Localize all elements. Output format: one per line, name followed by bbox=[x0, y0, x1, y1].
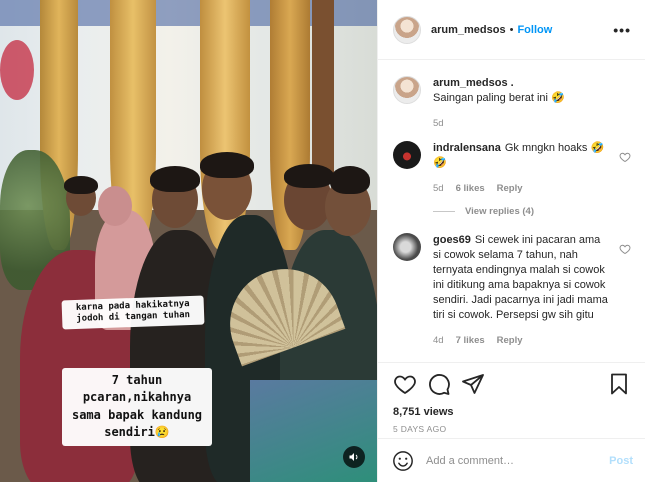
avatar[interactable] bbox=[393, 76, 421, 104]
comment-time[interactable]: 5d bbox=[433, 116, 444, 131]
avatar[interactable] bbox=[393, 141, 421, 169]
emoji-icon[interactable] bbox=[392, 450, 414, 472]
caption-comment: arum_medsos . Saingan paling berat ini 🤣… bbox=[393, 76, 631, 141]
video-caption-top: karna pada hakikatnya jodoh di tangan tu… bbox=[61, 295, 205, 329]
comment-username[interactable]: indralensana bbox=[433, 142, 501, 154]
comment-body: indralensana Gk mngkn hoaks 🤣🤣 5d 6 likes… bbox=[433, 141, 608, 206]
comment-time[interactable]: 5d bbox=[433, 181, 444, 196]
comment-time[interactable]: 4d bbox=[433, 333, 444, 348]
comment-meta: 5d 6 likes Reply bbox=[433, 181, 608, 196]
like-comment-icon[interactable] bbox=[619, 243, 631, 255]
post-sidebar: arum_medsos • Follow ••• arum_medsos . S… bbox=[377, 0, 645, 482]
list-item: indralensana Gk mngkn hoaks 🤣🤣 5d 6 likes… bbox=[393, 141, 631, 206]
instagram-post-window: karna pada hakikatnya jodoh di tangan tu… bbox=[0, 0, 645, 482]
view-count[interactable]: 8,751 views bbox=[393, 406, 631, 418]
comment-icon[interactable] bbox=[427, 372, 451, 396]
comment-meta: 5d bbox=[433, 116, 608, 131]
list-item: goes69 Si cewek ini pacaran ama si cowok … bbox=[393, 233, 631, 358]
comment-text: Saingan paling berat ini 🤣 bbox=[433, 92, 565, 104]
more-options-button[interactable]: ••• bbox=[613, 22, 631, 38]
sound-toggle-button[interactable] bbox=[343, 446, 365, 468]
share-icon[interactable] bbox=[461, 372, 485, 396]
guest-hair bbox=[200, 152, 254, 178]
action-icons bbox=[393, 371, 631, 397]
video-player[interactable]: karna pada hakikatnya jodoh di tangan tu… bbox=[0, 0, 377, 482]
guest-head bbox=[98, 186, 132, 226]
post-comment-button[interactable]: Post bbox=[609, 455, 633, 467]
follow-button[interactable]: Follow bbox=[517, 24, 552, 36]
author-username[interactable]: arum_medsos bbox=[431, 24, 506, 36]
guest-cap bbox=[330, 166, 370, 194]
avatar[interactable] bbox=[393, 15, 421, 44]
comment-composer: Post bbox=[378, 438, 645, 482]
speaker-icon bbox=[349, 453, 358, 461]
flower-decoration bbox=[0, 40, 34, 100]
reply-button[interactable]: Reply bbox=[497, 333, 523, 348]
video-caption-main: 7 tahun pcaran,nikahnya sama bapak kandu… bbox=[62, 368, 212, 446]
comment-body: arum_medsos . Saingan paling berat ini 🤣… bbox=[433, 76, 608, 141]
comment-username[interactable]: goes69 bbox=[433, 234, 471, 246]
separator-dot: • bbox=[509, 23, 514, 36]
reply-button[interactable]: Reply bbox=[497, 181, 523, 196]
like-comment-icon[interactable] bbox=[619, 151, 631, 163]
guest-hair bbox=[284, 164, 334, 188]
post-header: arum_medsos • Follow ••• bbox=[378, 0, 645, 60]
post-actions: 8,751 views 5 DAYS AGO bbox=[378, 362, 645, 438]
guest-hair bbox=[150, 166, 200, 192]
guest-hair bbox=[64, 176, 98, 194]
comment-body: goes69 Si cewek ini pacaran ama si cowok … bbox=[433, 233, 608, 358]
post-timestamp[interactable]: 5 DAYS AGO bbox=[393, 424, 631, 434]
comment-username[interactable]: arum_medsos . bbox=[433, 76, 604, 91]
view-replies-button[interactable]: View replies (4) bbox=[433, 206, 631, 217]
avatar[interactable] bbox=[393, 233, 421, 261]
comment-likes[interactable]: 6 likes bbox=[456, 181, 485, 196]
wooden-pillar bbox=[312, 0, 334, 180]
comments-list[interactable]: arum_medsos . Saingan paling berat ini 🤣… bbox=[378, 60, 645, 362]
reply-divider bbox=[433, 211, 455, 212]
heart-icon[interactable] bbox=[393, 372, 417, 396]
bookmark-icon[interactable] bbox=[607, 372, 631, 396]
view-replies-label: View replies (4) bbox=[465, 206, 534, 217]
comment-likes[interactable]: 7 likes bbox=[456, 333, 485, 348]
comment-text: Si cewek ini pacaran ama si cowok selama… bbox=[433, 234, 608, 321]
comment-input[interactable] bbox=[426, 454, 610, 467]
comment-meta: 4d 7 likes Reply bbox=[433, 333, 608, 348]
